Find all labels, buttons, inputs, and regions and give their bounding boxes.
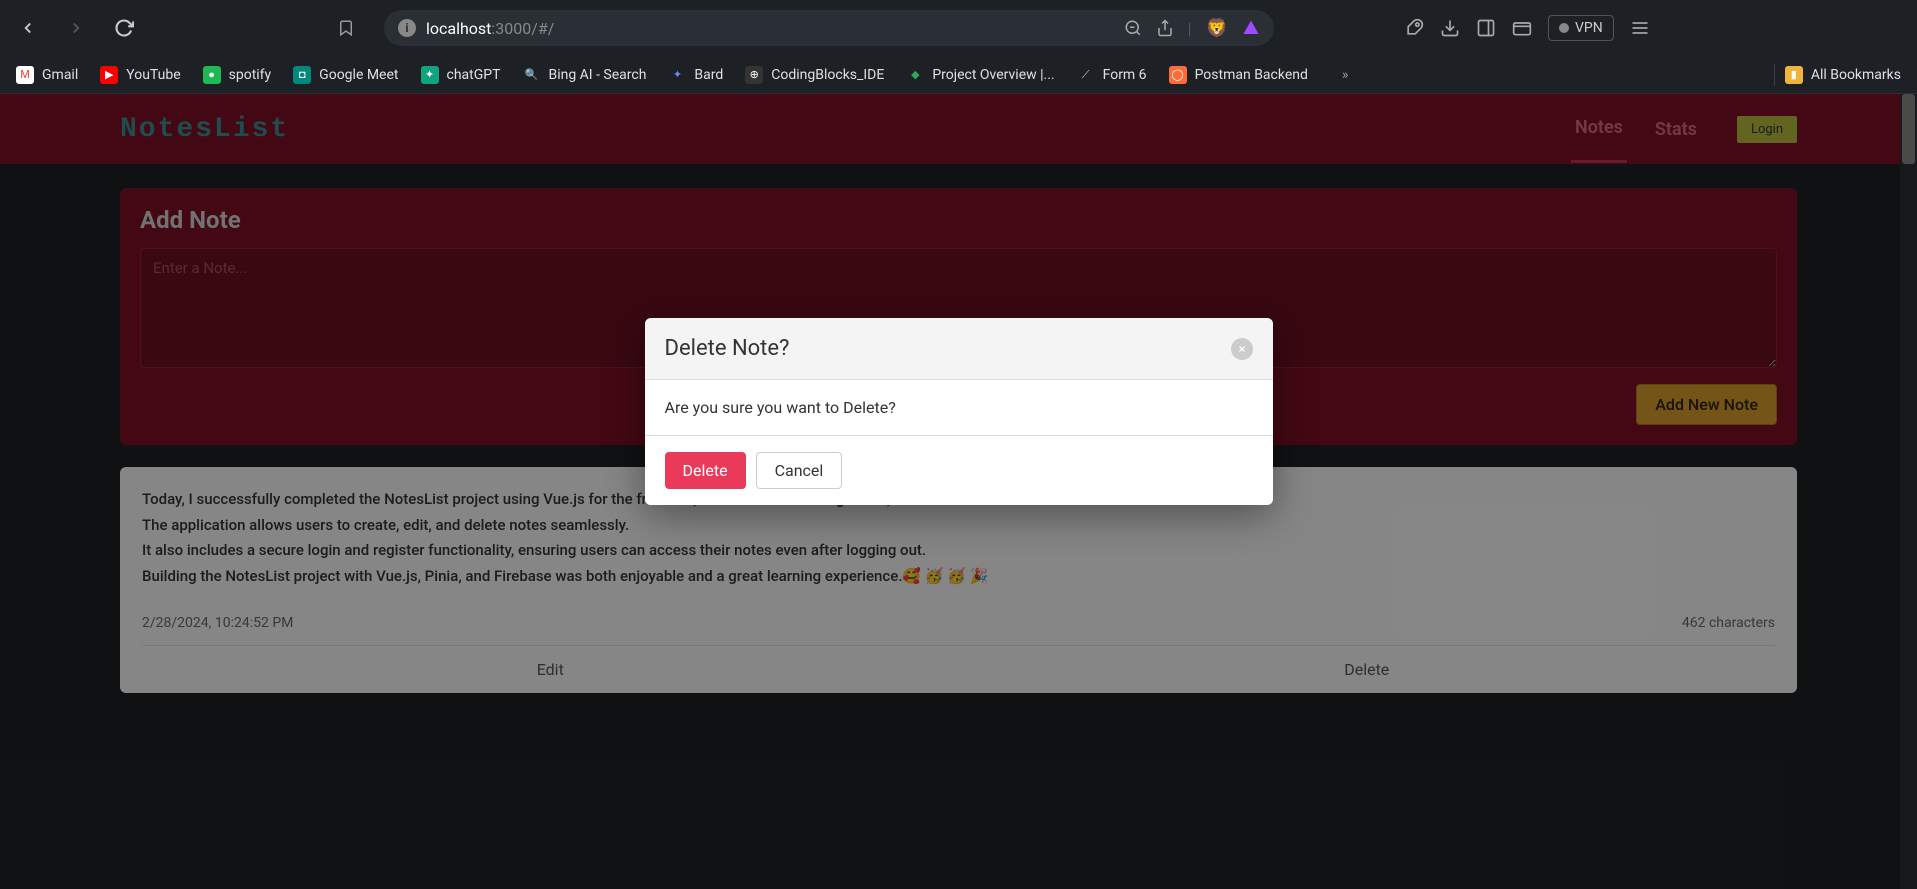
browser-toolbar: i localhost:3000/#/ | 🦁 VPN — [0, 0, 1917, 56]
bookmark-item[interactable]: ⊕ CodingBlocks_IDE — [745, 66, 884, 84]
bookmark-favicon: ▶ — [100, 66, 118, 84]
modal-title: Delete Note? — [665, 336, 790, 361]
bookmark-favicon: M — [16, 66, 34, 84]
browser-right-controls: VPN — [1404, 15, 1650, 41]
modal-backdrop: Delete Note? Are you sure you want to De… — [0, 94, 1917, 889]
bookmark-label: YouTube — [126, 67, 180, 83]
bookmark-favicon: ✦ — [421, 66, 439, 84]
all-bookmarks-button[interactable]: ▮ All Bookmarks — [1785, 66, 1901, 84]
modal-delete-button[interactable]: Delete — [665, 452, 746, 489]
bookmark-item[interactable]: 🔍 Bing AI - Search — [522, 66, 646, 84]
bookmark-item[interactable]: M Gmail — [16, 66, 78, 84]
bookmark-favicon: ✦ — [668, 66, 686, 84]
address-right-icons: | 🦁 — [1124, 18, 1260, 39]
bookmark-label: Bing AI - Search — [548, 67, 646, 83]
sidebar-icon[interactable] — [1476, 18, 1496, 38]
bookmark-label: Gmail — [42, 67, 78, 83]
bookmark-item[interactable]: ✦ chatGPT — [421, 66, 501, 84]
bookmark-label: Form 6 — [1103, 67, 1147, 83]
brave-rewards-icon[interactable] — [1242, 19, 1260, 37]
delete-modal: Delete Note? Are you sure you want to De… — [645, 318, 1273, 505]
bookmark-favicon: ◯ — [1169, 66, 1187, 84]
vpn-button[interactable]: VPN — [1548, 15, 1614, 41]
extensions-icon[interactable] — [1404, 18, 1424, 38]
bookmark-page-button[interactable] — [330, 12, 362, 44]
modal-close-button[interactable] — [1231, 338, 1253, 360]
bookmark-item[interactable]: ◘ Google Meet — [293, 66, 398, 84]
bookmark-favicon: ● — [203, 66, 221, 84]
modal-cancel-button[interactable]: Cancel — [756, 452, 843, 489]
modal-body: Are you sure you want to Delete? — [645, 380, 1273, 435]
bookmark-label: Project Overview |... — [932, 67, 1054, 83]
bookmark-item[interactable]: ◯ Postman Backend — [1169, 66, 1308, 84]
bookmark-favicon: ⊕ — [745, 66, 763, 84]
bookmark-label: Google Meet — [319, 67, 398, 83]
close-icon — [1237, 344, 1247, 354]
bookmarks-bar: M Gmail ▶ YouTube ● spotify ◘ Google Meet ✦ chatG… — [0, 56, 1917, 94]
reload-button[interactable] — [108, 12, 140, 44]
bookmark-item[interactable]: ◆ Project Overview |... — [906, 66, 1054, 84]
forward-button[interactable] — [60, 12, 92, 44]
bookmark-label: Postman Backend — [1195, 67, 1308, 83]
address-bar[interactable]: i localhost:3000/#/ | 🦁 — [384, 10, 1274, 46]
bookmark-label: Bard — [694, 67, 723, 83]
bookmark-favicon: ◆ — [906, 66, 924, 84]
bookmark-label: CodingBlocks_IDE — [771, 67, 884, 83]
wallet-icon[interactable] — [1512, 18, 1532, 38]
bookmark-item[interactable]: ✦ Bard — [668, 66, 723, 84]
url-text: localhost:3000/#/ — [426, 19, 554, 38]
bookmark-favicon: 🔍 — [522, 66, 540, 84]
brave-shield-icon[interactable]: 🦁 — [1206, 18, 1228, 39]
site-info-icon[interactable]: i — [398, 19, 416, 37]
bookmark-label: chatGPT — [447, 67, 501, 83]
bookmark-favicon: ⟋ — [1077, 66, 1095, 84]
folder-icon: ▮ — [1785, 66, 1803, 84]
share-icon[interactable] — [1156, 19, 1174, 37]
downloads-icon[interactable] — [1440, 18, 1460, 38]
hamburger-menu-icon[interactable] — [1630, 18, 1650, 38]
bookmark-label: spotify — [229, 67, 272, 83]
divider — [1774, 64, 1775, 86]
back-button[interactable] — [12, 12, 44, 44]
bookmark-item[interactable]: ● spotify — [203, 66, 272, 84]
bookmarks-overflow-button[interactable]: » — [1342, 67, 1349, 83]
zoom-out-icon[interactable] — [1124, 19, 1142, 37]
vpn-status-icon — [1559, 23, 1569, 33]
bookmark-favicon: ◘ — [293, 66, 311, 84]
bookmark-item[interactable]: ⟋ Form 6 — [1077, 66, 1147, 84]
bookmark-item[interactable]: ▶ YouTube — [100, 66, 180, 84]
page-viewport: NotesList Notes Stats Login Add Note Add… — [0, 94, 1917, 889]
nav-controls — [12, 12, 140, 44]
